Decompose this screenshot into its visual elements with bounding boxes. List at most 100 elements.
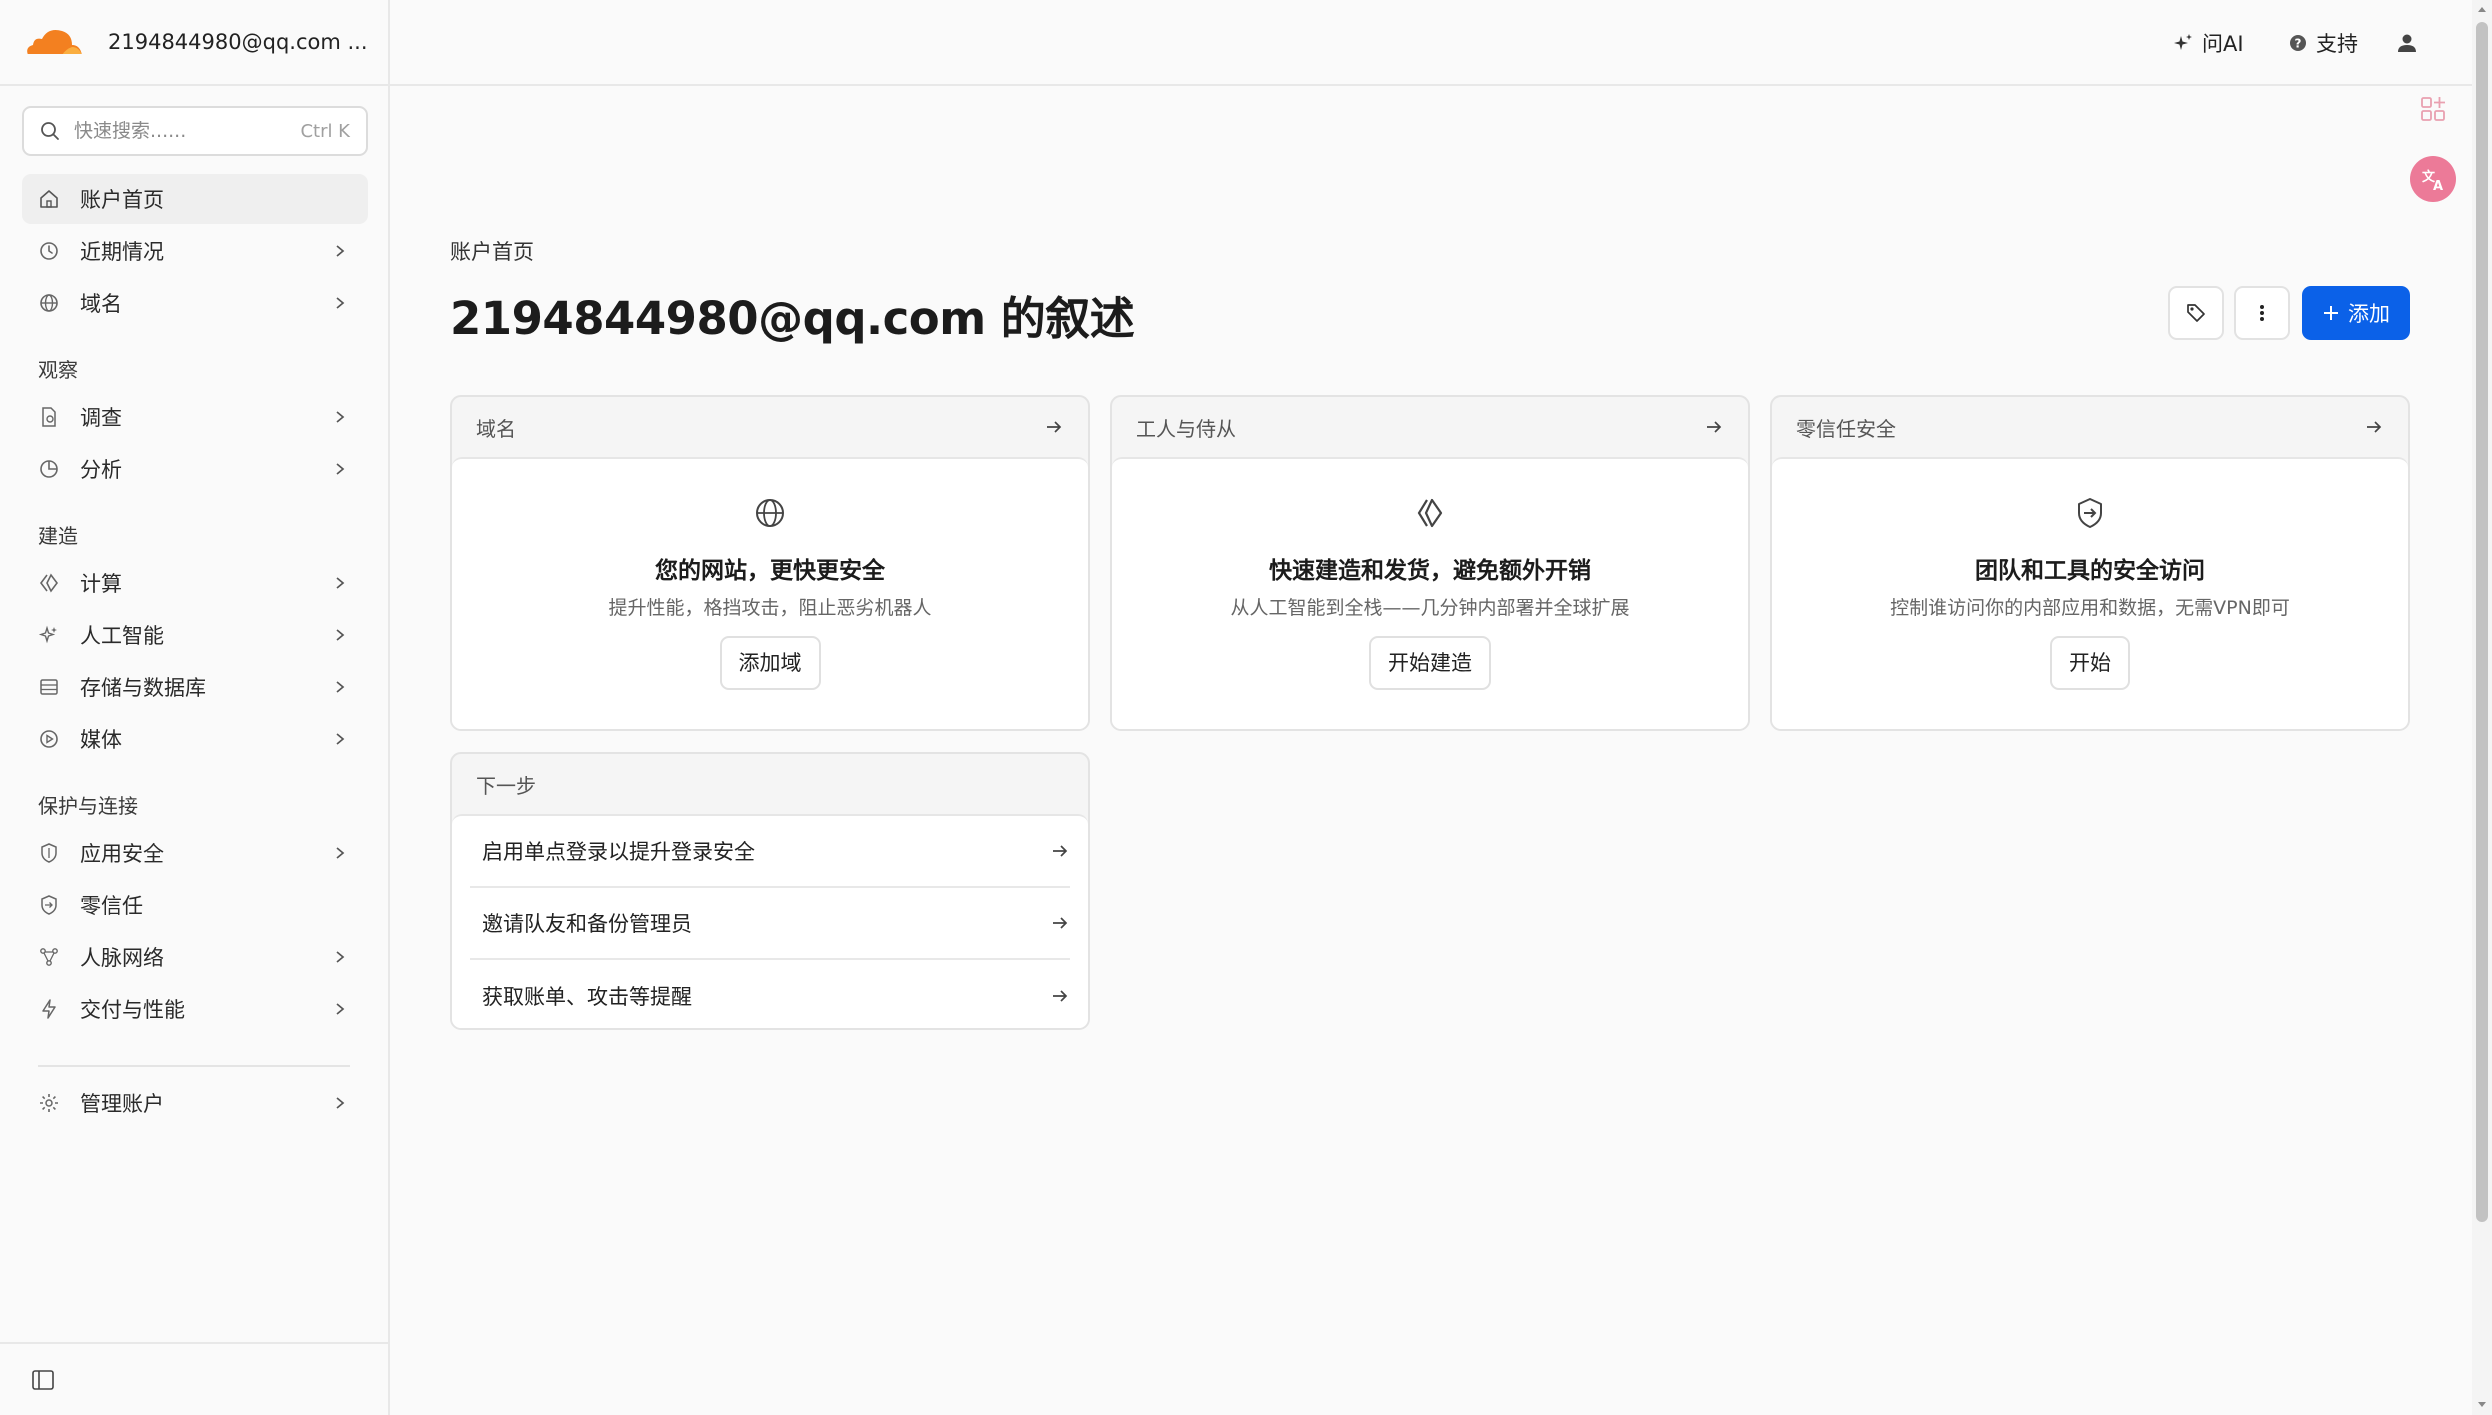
sidebar-item-label: 交付与性能 (80, 998, 185, 1022)
chevron-right-icon (336, 733, 345, 745)
database-icon (40, 679, 58, 695)
arrow-right-icon (2367, 421, 2382, 433)
chevron-right-icon (336, 951, 345, 963)
card-header-link[interactable]: 工人与侍从 (1112, 397, 1748, 457)
workers-icon (1417, 498, 1443, 528)
sidebar-item-app-security[interactable]: 应用安全 (22, 828, 368, 878)
sidebar-item-storage[interactable]: 存储与数据库 (22, 662, 368, 712)
next-step-item[interactable]: 获取账单、攻击等提醒 (470, 960, 1070, 1028)
translate-widget-button[interactable]: 文 A (2410, 156, 2456, 202)
shield-arrow-icon (41, 895, 57, 915)
sidebar-item-label: 存储与数据库 (80, 676, 206, 700)
next-steps-panel: 下一步 启用单点登录以提升登录安全 邀请队友和备份管理员 获取账单、攻击等提醒 (450, 752, 1090, 1030)
sidebar-item-analytics[interactable]: 分析 (22, 444, 368, 494)
sidebar-item-manage-account[interactable]: 管理账户 (22, 1078, 368, 1128)
sidebar-item-delivery[interactable]: 交付与性能 (22, 984, 368, 1034)
card-domains: 域名 您的网站，更快更安全 提升性能，格挡攻击，阻止恶劣机器人 添加域 (450, 395, 1090, 731)
card-description: 从人工智能到全栈——几分钟内部署并全球扩展 (1230, 597, 1630, 619)
next-step-item[interactable]: 启用单点登录以提升登录安全 (470, 816, 1070, 888)
shield-arrow-icon (2078, 498, 2102, 528)
section-title-protect: 保护与连接 (38, 794, 138, 818)
card-header-title: 零信任安全 (1796, 416, 1896, 441)
start-building-button[interactable]: 开始建造 (1369, 636, 1491, 690)
chevron-right-icon (336, 411, 345, 423)
sidebar-item-investigate[interactable]: 调查 (22, 392, 368, 442)
play-circle-icon (40, 730, 58, 748)
search-icon (41, 122, 59, 140)
card-header-link[interactable]: 域名 (452, 397, 1088, 457)
gear-icon (40, 1094, 58, 1112)
chevron-right-icon (336, 1003, 345, 1015)
sidebar-item-label: 管理账户 (80, 1092, 164, 1116)
add-domain-button[interactable]: 添加域 (719, 636, 821, 690)
chevron-right-icon (336, 297, 345, 309)
card-title: 您的网站，更快更安全 (655, 558, 885, 584)
arrow-right-icon (1053, 845, 1068, 857)
next-step-item[interactable]: 邀请队友和备份管理员 (470, 888, 1070, 960)
search-input[interactable] (74, 120, 301, 142)
scroll-up-icon[interactable] (2476, 4, 2488, 16)
sidebar-item-domains[interactable]: 域名 (22, 278, 368, 328)
ask-ai-button[interactable]: 问AI (2172, 25, 2244, 61)
apps-add-icon (2421, 97, 2445, 121)
chevron-right-icon (336, 245, 345, 257)
apps-widget-button[interactable] (2410, 86, 2456, 132)
scroll-down-icon[interactable] (2476, 1398, 2488, 1410)
user-icon (2398, 34, 2416, 52)
card-description: 提升性能，格挡攻击，阻止恶劣机器人 (608, 597, 932, 619)
app-root: 2194844980@qq.com ... Ctrl K 账户首页 近期情况 (0, 0, 2492, 1415)
section-title-observe: 观察 (38, 358, 78, 382)
account-switcher[interactable]: 2194844980@qq.com ... (0, 0, 388, 86)
sidebar-item-networking[interactable]: 人脉网络 (22, 932, 368, 982)
quick-search[interactable]: Ctrl K (22, 106, 368, 156)
get-started-button[interactable]: 开始 (2050, 636, 2130, 690)
card-header-title: 工人与侍从 (1136, 416, 1236, 441)
page-title: 2194844980@qq.com 的叙述 (450, 292, 1135, 345)
account-name: 2194844980@qq.com ... (108, 30, 368, 54)
sparkle-icon (2174, 34, 2192, 50)
card-zero-trust: 零信任安全 团队和工具的安全访问 控制谁访问你的内部应用和数据，无需VPN即可 … (1770, 395, 2410, 731)
sidebar-item-label: 应用安全 (80, 842, 164, 866)
sidebar-item-compute[interactable]: 计算 (22, 558, 368, 608)
sidebar-item-recent[interactable]: 近期情况 (22, 226, 368, 276)
scrollbar-thumb[interactable] (2476, 22, 2488, 1222)
svg-text:A: A (2433, 179, 2443, 194)
card-body: 快速建造和发货，避免额外开销 从人工智能到全栈——几分钟内部署并全球扩展 开始建… (1112, 457, 1748, 729)
add-button[interactable]: 添加 (2302, 286, 2410, 340)
sidebar-item-label: 零信任 (80, 894, 143, 918)
section-title-build: 建造 (38, 524, 78, 548)
shield-icon (41, 843, 57, 863)
workers-icon (40, 573, 58, 593)
breadcrumb[interactable]: 账户首页 (450, 236, 534, 266)
help-icon: ? (2290, 35, 2306, 51)
ask-ai-label: 问AI (2202, 32, 2244, 56)
svg-text:?: ? (2295, 37, 2302, 51)
more-vertical-icon (2260, 305, 2264, 321)
chevron-right-icon (336, 463, 345, 475)
network-icon (40, 948, 58, 966)
support-button[interactable]: ? 支持 (2288, 25, 2358, 61)
home-icon (40, 190, 58, 208)
sidebar-item-label: 近期情况 (80, 240, 164, 264)
plus-icon (2324, 306, 2338, 320)
card-body: 团队和工具的安全访问 控制谁访问你的内部应用和数据，无需VPN即可 开始 (1772, 457, 2408, 729)
sidebar-item-ai[interactable]: 人工智能 (22, 610, 368, 660)
arrow-right-icon (1047, 421, 1062, 433)
card-header-link[interactable]: 零信任安全 (1772, 397, 2408, 457)
sidebar-item-label: 计算 (80, 572, 122, 596)
user-menu-button[interactable] (2396, 25, 2426, 61)
more-options-button[interactable] (2234, 286, 2290, 340)
sidebar-item-zero-trust[interactable]: 零信任 (22, 880, 368, 930)
card-body: 您的网站，更快更安全 提升性能，格挡攻击，阻止恶劣机器人 添加域 (452, 457, 1088, 729)
sidebar-item-account-home[interactable]: 账户首页 (22, 174, 368, 224)
chevron-right-icon (336, 629, 345, 641)
card-description: 控制谁访问你的内部应用和数据，无需VPN即可 (1890, 597, 2290, 619)
sidebar-toggle-icon[interactable] (30, 1367, 56, 1393)
sidebar-item-media[interactable]: 媒体 (22, 714, 368, 764)
translate-icon: 文 A (2422, 169, 2443, 194)
pie-chart-icon (40, 460, 58, 478)
sidebar-item-label: 人脉网络 (80, 946, 164, 970)
sidebar-item-label: 调查 (80, 406, 122, 430)
tags-button[interactable] (2168, 286, 2224, 340)
card-header-title: 域名 (476, 416, 516, 441)
